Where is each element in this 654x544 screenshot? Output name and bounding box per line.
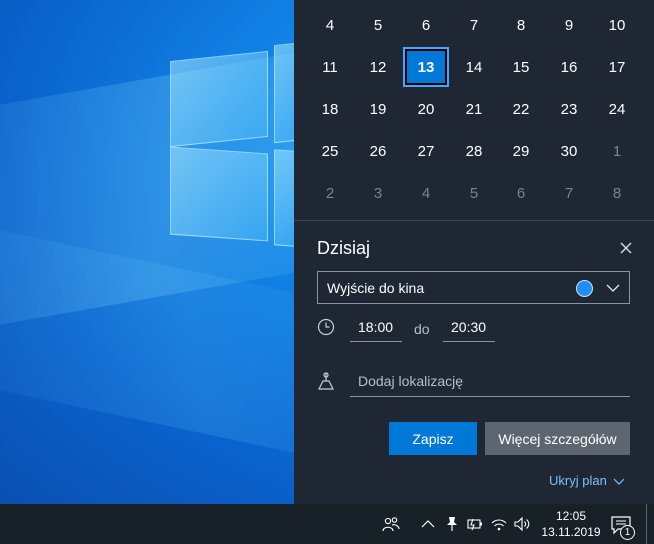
calendar-day[interactable]: 19 <box>355 89 401 129</box>
calendar-day[interactable]: 9 <box>546 5 592 45</box>
start-time-field[interactable]: 18:00 <box>350 316 402 342</box>
calendar-day[interactable]: 8 <box>498 5 544 45</box>
chevron-down-icon <box>613 478 625 485</box>
calendar-day[interactable]: 25 <box>307 131 353 171</box>
calendar-day[interactable]: 17 <box>594 47 640 87</box>
calendar-day[interactable]: 6 <box>498 173 544 213</box>
hide-plan-label: Ukryj plan <box>549 473 607 488</box>
agenda-title: Dzisiaj <box>317 238 371 258</box>
calendar-day[interactable]: 7 <box>546 173 592 213</box>
show-desktop-button[interactable] <box>646 504 647 544</box>
notification-badge: 1 <box>620 525 635 540</box>
calendar-day[interactable]: 16 <box>546 47 592 87</box>
calendar-day[interactable]: 18 <box>307 89 353 129</box>
windows-logo-pane-bottom-right <box>274 149 296 247</box>
calendar-day[interactable]: 5 <box>355 5 401 45</box>
people-icon[interactable] <box>382 516 400 532</box>
windows-logo-pane-top-right <box>274 42 296 144</box>
calendar-flyout: 4 5 6 7 8 9 10 11 12 13 14 15 16 17 18 19 20 21 22 23 24 25 26… <box>294 0 654 504</box>
chevron-down-icon[interactable] <box>606 281 620 295</box>
hide-plan-link[interactable]: Ukryj plan <box>549 473 625 488</box>
calendar-day-today[interactable]: 13 <box>403 47 449 87</box>
calendar-day[interactable]: 27 <box>403 131 449 171</box>
calendar-day[interactable]: 29 <box>498 131 544 171</box>
calendar-day[interactable]: 20 <box>403 89 449 129</box>
taskbar: 12:05 13.11.2019 1 <box>0 504 654 544</box>
location-input[interactable] <box>350 366 630 397</box>
windows-logo-pane-top-left <box>170 50 268 148</box>
calendar-grid: 4 5 6 7 8 9 10 11 12 13 14 15 16 17 18 19 20 21 22 23 24 25 26… <box>294 0 654 220</box>
volume-icon[interactable] <box>513 516 531 532</box>
calendar-day[interactable]: 24 <box>594 89 640 129</box>
clock-date: 13.11.2019 <box>541 525 601 539</box>
calendar-day[interactable]: 2 <box>307 173 353 213</box>
calendar-day[interactable]: 5 <box>451 173 497 213</box>
calendar-day[interactable]: 28 <box>451 131 497 171</box>
save-button[interactable]: Zapisz <box>389 422 477 455</box>
calendar-day[interactable]: 11 <box>307 47 353 87</box>
pin-icon[interactable] <box>443 516 461 532</box>
taskbar-clock[interactable]: 12:05 13.11.2019 <box>538 508 604 540</box>
windows-logo-pane-bottom-left <box>170 146 268 242</box>
calendar-day[interactable]: 8 <box>594 173 640 213</box>
calendar-day[interactable]: 12 <box>355 47 401 87</box>
calendar-day[interactable]: 1 <box>594 131 640 171</box>
calendar-day[interactable]: 10 <box>594 5 640 45</box>
calendar-day[interactable]: 26 <box>355 131 401 171</box>
calendar-day[interactable]: 6 <box>403 5 449 45</box>
more-details-button[interactable]: Więcej szczegółów <box>485 422 630 455</box>
flyout-divider <box>294 220 654 221</box>
calendar-day[interactable]: 21 <box>451 89 497 129</box>
calendar-day[interactable]: 3 <box>355 173 401 213</box>
chevron-up-icon[interactable] <box>419 516 437 532</box>
calendar-day[interactable]: 23 <box>546 89 592 129</box>
calendar-day[interactable]: 14 <box>451 47 497 87</box>
time-separator: do <box>414 321 430 337</box>
clock-time: 12:05 <box>555 509 587 523</box>
event-color-dot[interactable] <box>576 280 593 297</box>
clock-icon <box>317 318 335 336</box>
calendar-day[interactable]: 30 <box>546 131 592 171</box>
calendar-day[interactable]: 7 <box>451 5 497 45</box>
event-name-text: Wyjście do kina <box>327 280 425 296</box>
calendar-day[interactable]: 15 <box>498 47 544 87</box>
calendar-day[interactable]: 22 <box>498 89 544 129</box>
wifi-icon[interactable] <box>490 516 508 532</box>
calendar-day[interactable]: 4 <box>403 173 449 213</box>
battery-icon[interactable] <box>466 516 484 532</box>
close-icon[interactable] <box>616 238 636 258</box>
end-time-field[interactable]: 20:30 <box>443 316 495 342</box>
event-name-field[interactable]: Wyjście do kina <box>317 271 630 304</box>
location-icon <box>318 372 334 390</box>
calendar-day[interactable]: 4 <box>307 5 353 45</box>
